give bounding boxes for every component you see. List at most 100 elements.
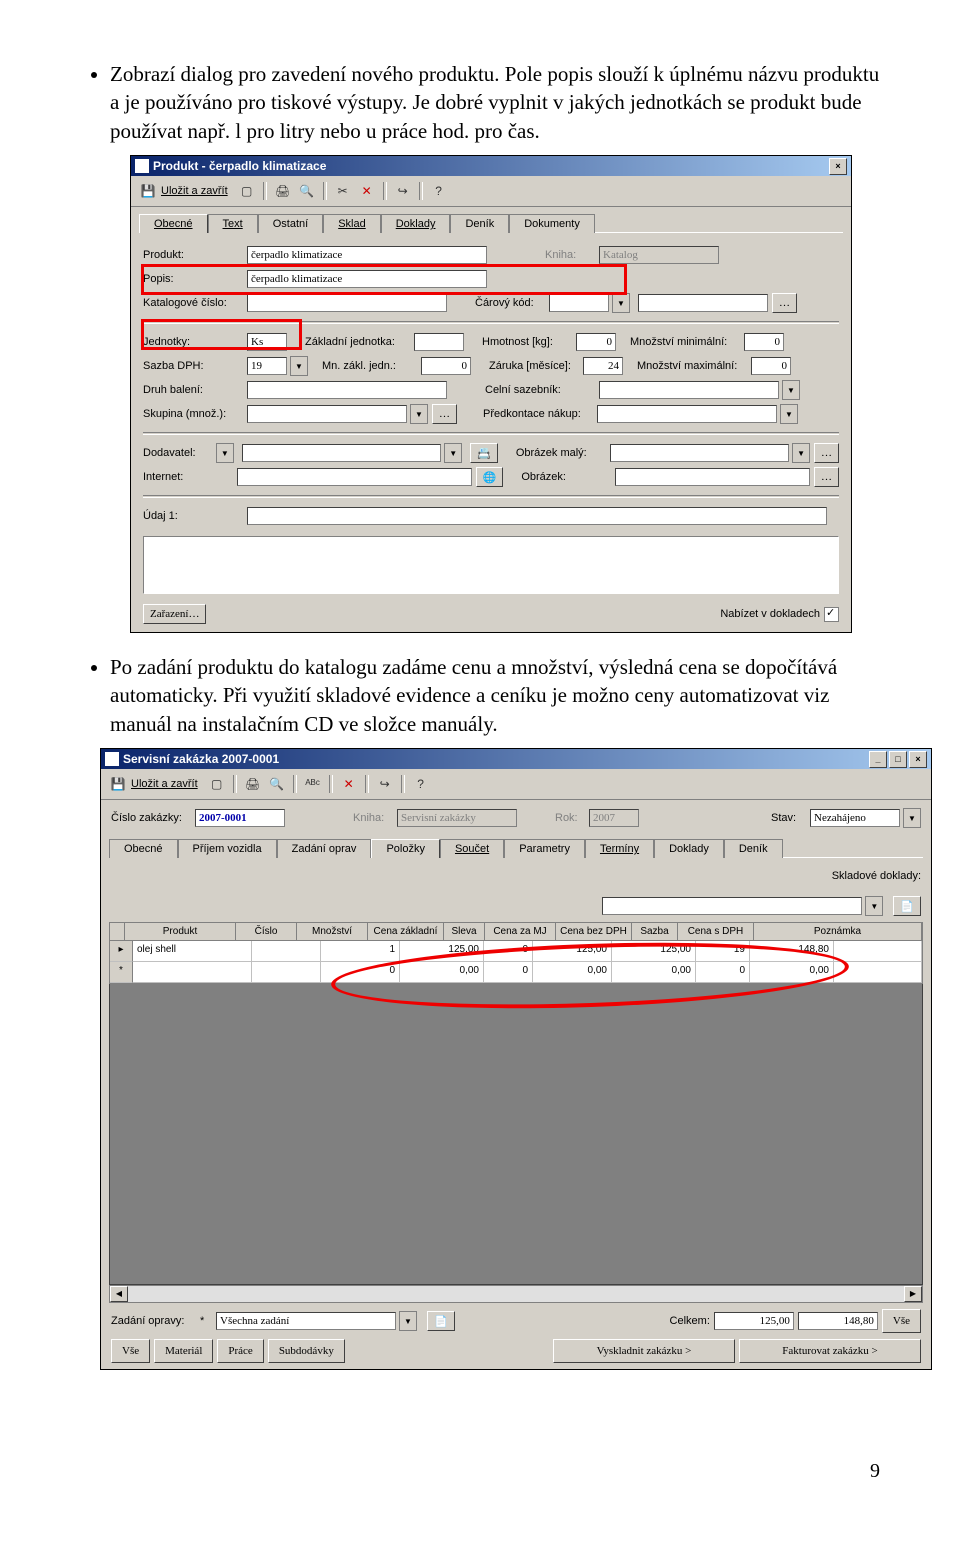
tab-obecne[interactable]: Obecné <box>139 214 208 233</box>
tab-doklady[interactable]: Doklady <box>654 839 724 858</box>
save-close-button[interactable]: Uložit a zavřít <box>161 185 228 197</box>
nabizet-checkbox[interactable] <box>824 607 839 622</box>
save-icon[interactable]: 💾 <box>137 180 159 202</box>
col-cislo[interactable]: Číslo <box>236 923 297 941</box>
minimize-icon[interactable]: _ <box>869 751 887 768</box>
new-icon[interactable]: ▢ <box>236 180 258 202</box>
carkod-field[interactable] <box>638 294 768 312</box>
preview-icon[interactable]: 🔍 <box>296 180 318 202</box>
col-cenamj[interactable]: Cena za MJ <box>485 923 556 941</box>
hmotnost-field[interactable] <box>576 333 616 351</box>
vse-button[interactable]: Vše <box>882 1309 921 1333</box>
stav-dd[interactable]: ▼ <box>903 808 921 828</box>
btn-prace[interactable]: Práce <box>217 1339 263 1363</box>
col-poznamka[interactable]: Poznámka <box>754 923 922 941</box>
carkod-type[interactable] <box>549 294 609 312</box>
tab-text[interactable]: Text <box>208 214 258 233</box>
btn-vyskladnit[interactable]: Vyskladnit zakázku > <box>553 1339 735 1363</box>
zarazeni-button[interactable]: Zařazení… <box>143 604 206 624</box>
close-icon[interactable]: × <box>909 751 927 768</box>
notes-area[interactable] <box>143 536 839 594</box>
goto-icon[interactable]: ↪ <box>374 773 396 795</box>
stav-field[interactable] <box>810 809 900 827</box>
skupina-more[interactable]: … <box>432 404 457 424</box>
dodavatel-card-icon[interactable]: 📇 <box>470 443 498 463</box>
col-cenasdph[interactable]: Cena s DPH <box>678 923 754 941</box>
celni-field[interactable] <box>599 381 779 399</box>
save-close-button[interactable]: Uložit a zavřít <box>131 778 198 790</box>
tab-polozky[interactable]: Položky <box>371 839 440 858</box>
preview-icon[interactable]: 🔍 <box>266 773 288 795</box>
goto-icon[interactable]: ↪ <box>392 180 414 202</box>
btn-material[interactable]: Materiál <box>154 1339 213 1363</box>
globe-icon[interactable]: 🌐 <box>476 467 504 487</box>
btn-vse[interactable]: Vše <box>111 1339 150 1363</box>
col-produkt[interactable]: Produkt <box>125 923 236 941</box>
tab-dokumenty[interactable]: Dokumenty <box>509 214 595 233</box>
mnozmax-field[interactable] <box>751 357 791 375</box>
druhbal-field[interactable] <box>247 381 447 399</box>
zadani-dd[interactable]: ▼ <box>399 1311 417 1331</box>
zaruka-field[interactable] <box>583 357 623 375</box>
print-icon[interactable]: 🖨 <box>242 773 264 795</box>
btn-fakturovat[interactable]: Fakturovat zakázku > <box>739 1339 921 1363</box>
btn-subdodavky[interactable]: Subdodávky <box>268 1339 345 1363</box>
dodavatel-dd[interactable]: ▼ <box>444 443 462 463</box>
scroll-right-icon[interactable]: ▶ <box>904 1286 922 1302</box>
katcislo-field[interactable] <box>247 294 447 312</box>
table-row[interactable]: ▸ olej shell 1 125,00 0 125,00 125,00 19… <box>110 941 922 962</box>
help-icon[interactable]: ? <box>410 773 432 795</box>
h-scrollbar[interactable]: ◀ ▶ <box>109 1285 923 1303</box>
tab-zadani[interactable]: Zadání oprav <box>277 839 372 858</box>
dodavatel-pre-dd[interactable]: ▼ <box>216 443 234 463</box>
tab-doklady[interactable]: Doklady <box>381 214 451 233</box>
sazbadph-field[interactable] <box>247 357 287 375</box>
mnzakl-field[interactable] <box>421 357 471 375</box>
maximize-icon[interactable]: □ <box>889 751 907 768</box>
col-cenabez[interactable]: Cena bez DPH <box>556 923 632 941</box>
udaj1-field[interactable] <box>247 507 827 525</box>
dodavatel-field[interactable] <box>242 444 441 462</box>
mnozmin-field[interactable] <box>744 333 784 351</box>
internet-field[interactable] <box>237 468 472 486</box>
tab-soucet[interactable]: Součet <box>440 839 504 858</box>
table-row[interactable]: * 0 0,00 0 0,00 0,00 0 0,00 <box>110 962 922 983</box>
col-cenazakl[interactable]: Cena základní <box>368 923 444 941</box>
tab-denik[interactable]: Deník <box>724 839 783 858</box>
cislo-field[interactable] <box>195 809 285 827</box>
tab-obecne[interactable]: Obecné <box>109 839 178 858</box>
tab-parametry[interactable]: Parametry <box>504 839 585 858</box>
sklad-open-icon[interactable]: 📄 <box>893 896 921 916</box>
obrazek-field[interactable] <box>615 468 810 486</box>
close-icon[interactable]: × <box>829 158 847 175</box>
col-sleva[interactable]: Sleva <box>444 923 485 941</box>
tab-ostatni[interactable]: Ostatní <box>258 214 323 233</box>
spell-icon[interactable]: ᴬᴮᶜ <box>302 773 324 795</box>
carkod-dd[interactable]: ▼ <box>612 293 630 313</box>
tab-terminy[interactable]: Termíny <box>585 839 654 858</box>
tab-sklad[interactable]: Sklad <box>323 214 381 233</box>
tab-denik[interactable]: Deník <box>450 214 509 233</box>
tab-prijem[interactable]: Příjem vozidla <box>178 839 277 858</box>
sklad-field[interactable] <box>602 897 862 915</box>
cut-icon[interactable]: ✂ <box>332 180 354 202</box>
skupina-field[interactable] <box>247 405 407 423</box>
celni-dd[interactable]: ▼ <box>782 380 800 400</box>
delete-icon[interactable]: ✕ <box>356 180 378 202</box>
col-sazba[interactable]: Sazba <box>632 923 678 941</box>
zadani-open-icon[interactable]: 📄 <box>427 1311 455 1331</box>
obrmaly-more[interactable]: … <box>814 443 839 463</box>
produkt-field[interactable] <box>247 246 487 264</box>
zakljedn-field[interactable] <box>414 333 464 351</box>
skupina-dd[interactable]: ▼ <box>410 404 428 424</box>
col-mnozstvi[interactable]: Množství <box>297 923 368 941</box>
jednotky-field[interactable] <box>247 333 287 351</box>
print-icon[interactable]: 🖨 <box>272 180 294 202</box>
predkont-field[interactable] <box>597 405 777 423</box>
popis-field[interactable] <box>247 270 487 288</box>
sazbadph-dd[interactable]: ▼ <box>290 356 308 376</box>
obrmaly-dd[interactable]: ▼ <box>792 443 810 463</box>
predkont-dd[interactable]: ▼ <box>780 404 798 424</box>
help-icon[interactable]: ? <box>428 180 450 202</box>
save-icon[interactable]: 💾 <box>107 773 129 795</box>
